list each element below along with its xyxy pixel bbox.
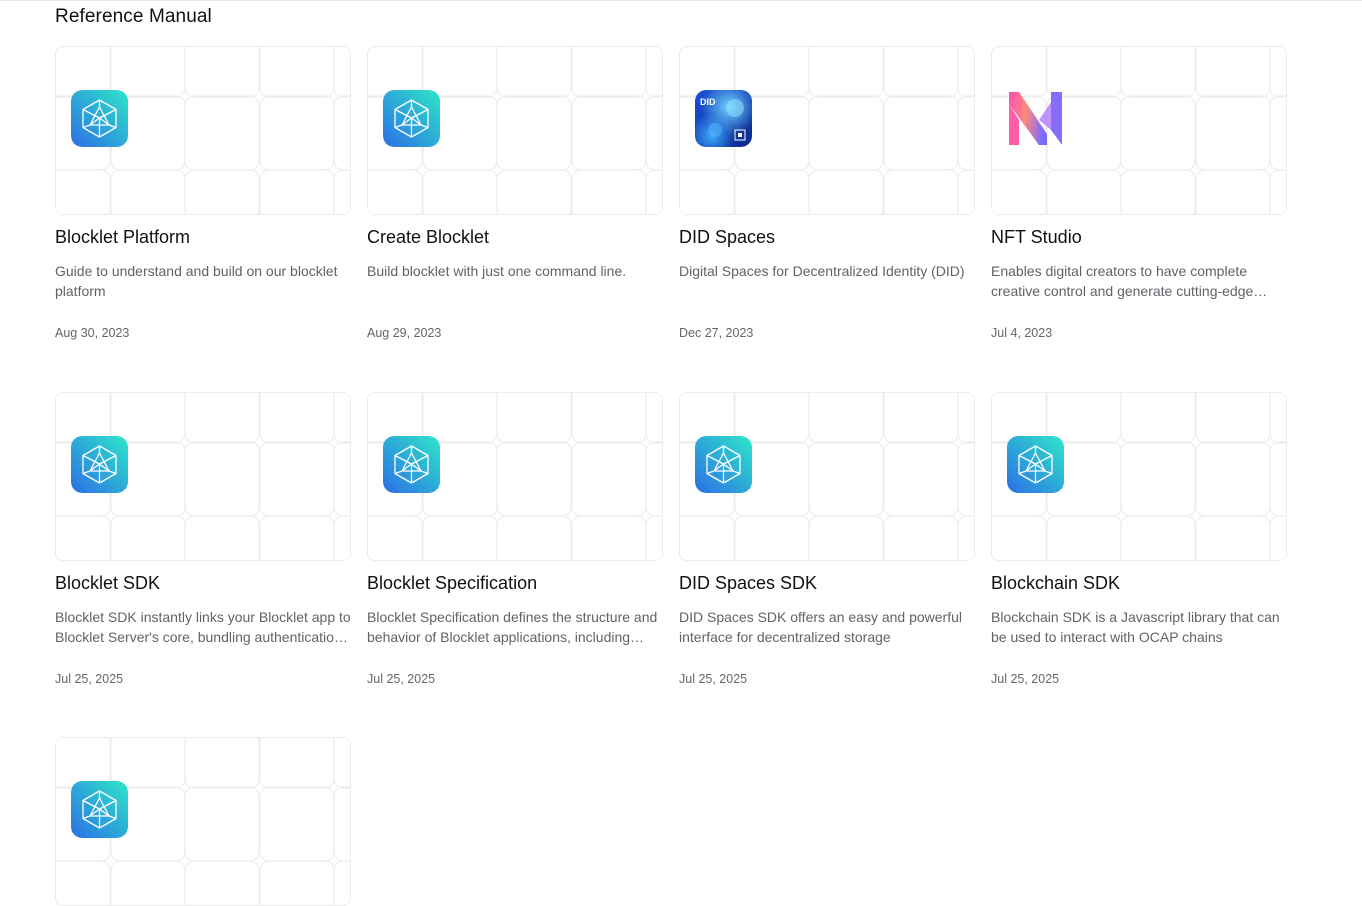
card-thumbnail[interactable] xyxy=(55,392,351,561)
card-blocklet-platform[interactable]: Blocklet Platform Guide to understand an… xyxy=(55,46,351,340)
card-title[interactable]: Create Blocklet xyxy=(367,227,663,248)
blocklet-icon xyxy=(1007,436,1064,493)
card-date: Aug 29, 2023 xyxy=(367,326,442,340)
blocklet-icon xyxy=(71,436,128,493)
card-description: Enables digital creators to have complet… xyxy=(991,263,1254,299)
card-create-blocklet[interactable]: Create Blocklet Build blocklet with just… xyxy=(367,46,663,340)
card-date: Jul 4, 2023 xyxy=(991,326,1053,340)
card-thumbnail[interactable] xyxy=(367,46,663,215)
card-title[interactable]: Blocklet SDK xyxy=(55,573,351,594)
card-title[interactable]: DID Spaces SDK xyxy=(679,573,975,594)
blocklet-icon xyxy=(695,436,752,493)
card-date: Jul 25, 2025 xyxy=(991,672,1060,686)
card-date: Dec 27, 2023 xyxy=(679,326,754,340)
card-thumbnail[interactable] xyxy=(991,46,1287,215)
nft-studio-icon xyxy=(1007,90,1064,147)
blocklet-icon xyxy=(71,90,128,147)
card-thumbnail[interactable] xyxy=(55,46,351,215)
card-nft-studio[interactable]: NFT Studio Enables digital creators to h… xyxy=(991,46,1287,340)
top-divider xyxy=(0,0,1362,1)
card-description: Guide to understand and build on our blo… xyxy=(55,263,338,299)
svg-text:DID: DID xyxy=(700,97,716,107)
card-thumbnail[interactable]: DID xyxy=(679,46,975,215)
card-thumbnail[interactable] xyxy=(991,392,1287,561)
card-title[interactable]: Blockchain SDK xyxy=(991,573,1287,594)
blocklet-icon xyxy=(383,90,440,147)
card-thumbnail[interactable] xyxy=(679,392,975,561)
card-description: Digital Spaces for Decentralized Identit… xyxy=(679,263,965,279)
card-did-spaces[interactable]: DID DID Spaces Digital Spaces for Decent… xyxy=(679,46,975,340)
card-blocklet-specification[interactable]: Blocklet Specification Blocklet Specific… xyxy=(367,392,663,686)
card-partial[interactable] xyxy=(55,737,351,906)
blocklet-icon xyxy=(71,781,128,838)
card-description: Blocklet SDK instantly links your Blockl… xyxy=(55,609,351,645)
card-date: Aug 30, 2023 xyxy=(55,326,130,340)
card-title[interactable]: NFT Studio xyxy=(991,227,1287,248)
card-title[interactable]: DID Spaces xyxy=(679,227,975,248)
card-description: Blocklet Specification defines the struc… xyxy=(367,609,658,645)
card-description: Blockchain SDK is a Javascript library t… xyxy=(991,609,1280,645)
card-date: Jul 25, 2025 xyxy=(367,672,436,686)
card-thumbnail[interactable] xyxy=(367,392,663,561)
card-did-spaces-sdk[interactable]: DID Spaces SDK DID Spaces SDK offers an … xyxy=(679,392,975,686)
card-title[interactable]: Blocklet Platform xyxy=(55,227,351,248)
card-title[interactable]: Blocklet Specification xyxy=(367,573,663,594)
did-spaces-icon: DID xyxy=(695,90,752,147)
card-blocklet-sdk[interactable]: Blocklet SDK Blocklet SDK instantly link… xyxy=(55,392,351,686)
card-date: Jul 25, 2025 xyxy=(55,672,124,686)
card-description: DID Spaces SDK offers an easy and powerf… xyxy=(679,609,963,645)
card-blockchain-sdk[interactable]: Blockchain SDK Blockchain SDK is a Javas… xyxy=(991,392,1287,686)
card-description: Build blocklet with just one command lin… xyxy=(367,263,627,279)
card-thumbnail[interactable] xyxy=(55,737,351,906)
blocklet-icon xyxy=(383,436,440,493)
card-date: Jul 25, 2025 xyxy=(679,672,748,686)
section-title: Reference Manual xyxy=(55,6,212,27)
